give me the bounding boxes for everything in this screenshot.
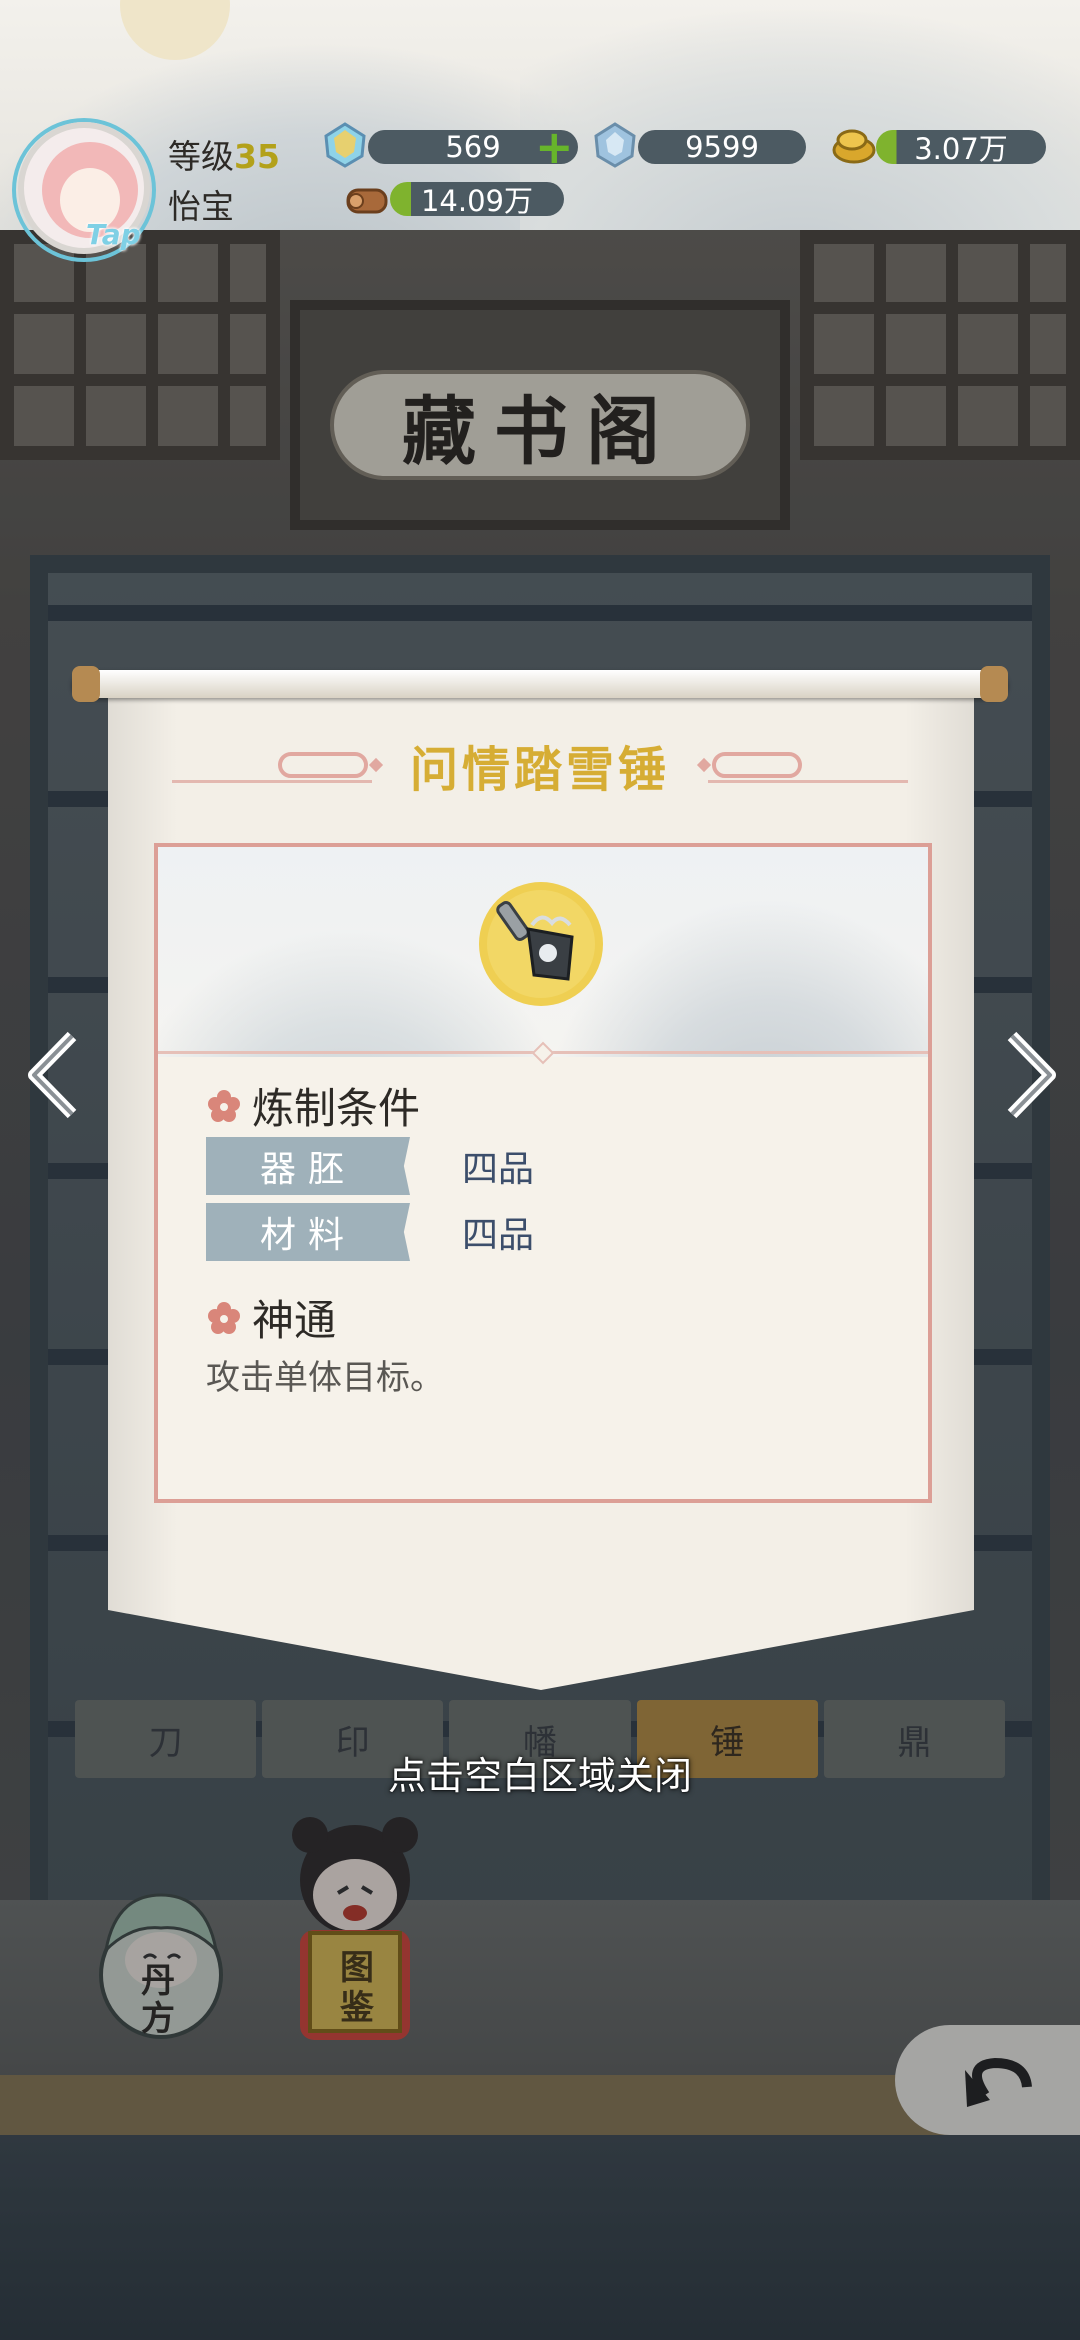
avatar-tap-badge[interactable]: Tap <box>86 218 141 251</box>
flower-icon <box>208 1089 240 1122</box>
wood-amount: 14.09万 <box>390 182 564 218</box>
add-crystal-button[interactable]: + <box>535 124 574 170</box>
item-title: 问情踏雪锤 <box>409 742 670 798</box>
scroll-rod <box>72 670 1008 698</box>
gold-amount: 3.07万 <box>876 130 1046 166</box>
skill-heading: 神通 <box>206 1287 336 1348</box>
close-hint: 点击空白区域关闭 <box>387 1754 692 1798</box>
diamond-amount: 9599 <box>638 130 806 164</box>
flower-icon <box>208 1301 240 1334</box>
previous-arrow-icon[interactable] <box>24 1030 84 1120</box>
requirement-row: 器胚 四品 <box>206 1137 534 1195</box>
level-display: 等级35 <box>168 130 280 178</box>
item-detail-card: 炼制条件 器胚 四品 材料 四品 神通 攻击单体目标。 <box>154 843 932 1503</box>
requirement-row: 材料 四品 <box>206 1203 534 1261</box>
player-name: 怡宝 <box>168 187 234 226</box>
next-arrow-icon[interactable] <box>1000 1030 1060 1120</box>
requirement-value: 四品 <box>462 1149 535 1190</box>
gold-icon <box>832 129 876 164</box>
wood-icon <box>346 188 388 214</box>
level-number: 35 <box>234 137 280 176</box>
diamond-icon <box>594 122 636 168</box>
requirement-value: 四品 <box>462 1215 535 1256</box>
skill-description: 攻击单体目标。 <box>206 1358 444 1398</box>
requirement-label: 器胚 <box>206 1137 410 1195</box>
hammer-icon <box>479 882 603 1006</box>
requirements-heading: 炼制条件 <box>206 1075 420 1136</box>
requirement-label: 材料 <box>206 1203 410 1261</box>
item-banner <box>158 847 928 1057</box>
level-label: 等级 <box>168 137 234 176</box>
crystal-icon <box>324 122 366 168</box>
